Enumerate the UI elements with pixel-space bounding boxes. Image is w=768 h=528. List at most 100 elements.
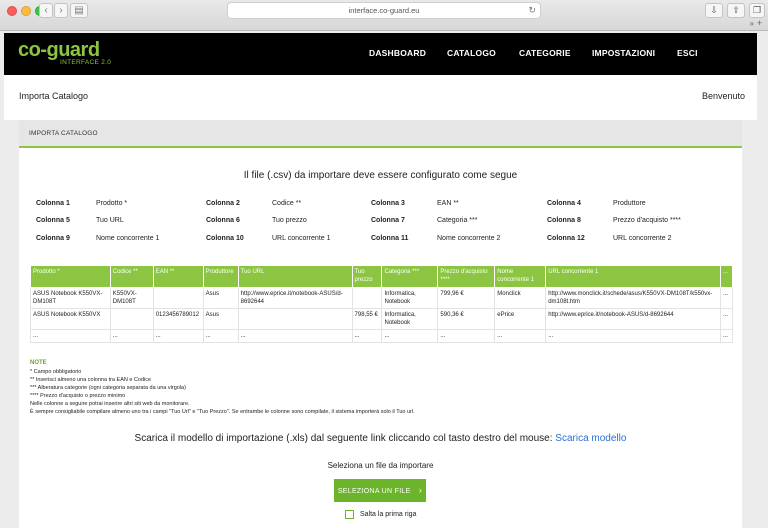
table-header-cell: Categoria *** <box>381 265 439 288</box>
download-text: Scarica il modello di importazione (.xls… <box>134 433 553 444</box>
table-cell: ... <box>237 329 353 343</box>
table-cell: ... <box>437 329 496 343</box>
table-header-cell: Prodotto * <box>30 265 111 288</box>
table-header-cell: Tuo URL <box>237 265 353 288</box>
table-cell: ... <box>719 329 734 343</box>
note-line: * Campo obbligatorio <box>30 369 82 375</box>
nav-categorie[interactable]: CATEGORIE <box>519 48 571 58</box>
table-cell: ... <box>109 329 154 343</box>
table-cell: Monclick <box>494 287 547 309</box>
table-cell: ... <box>719 308 734 330</box>
table-cell: ... <box>545 329 721 343</box>
config-title: Il file (.csv) da importare deve essere … <box>243 170 518 181</box>
table-cell <box>237 308 353 330</box>
table-cell: ... <box>351 329 383 343</box>
forward-icon[interactable]: › <box>54 3 68 18</box>
column-label: Colonna 3 <box>371 200 405 207</box>
share-icon[interactable]: ⇧ <box>727 3 745 18</box>
table-cell: ... <box>30 329 111 343</box>
skip-first-row-checkbox[interactable] <box>345 510 354 519</box>
table-cell: 0123456789012 <box>152 308 204 330</box>
reload-icon[interactable]: ↻ <box>528 3 536 18</box>
select-file-label: Seleziona un file da importare <box>327 461 434 470</box>
table-cell <box>351 287 383 309</box>
nav-impostazioni[interactable]: IMPOSTAZIONI <box>592 48 655 58</box>
table-header-cell: Tuo prezzo <box>351 265 383 288</box>
nav-catalogo[interactable]: CATALOGO <box>447 48 496 58</box>
table-cell: ASUS Notebook K550VX-DM108T <box>30 287 111 309</box>
download-template-link[interactable]: Scarica modello <box>555 433 626 444</box>
table-cell: ... <box>381 329 439 343</box>
panel-title: IMPORTA CATALOGO <box>29 130 98 137</box>
page-title: Importa Catalogo <box>19 91 89 101</box>
column-label: Colonna 7 <box>371 217 405 224</box>
table-cell: 590,36 € <box>437 308 496 330</box>
column-value: URL concorrente 2 <box>613 235 672 242</box>
back-icon[interactable]: ‹ <box>39 3 53 18</box>
column-value: Nome concorrente 2 <box>437 235 501 242</box>
nav-dashboard[interactable]: DASHBOARD <box>369 48 426 58</box>
column-label: Colonna 9 <box>36 235 70 242</box>
sidebar-icon[interactable]: ▤ <box>70 3 88 18</box>
note-line: *** Alberatura categorie (ogni categoria… <box>30 385 186 391</box>
table-cell <box>109 308 154 330</box>
example-table: Prodotto * Codice ** EAN ** Produttore T… <box>30 265 734 343</box>
column-label: Colonna 4 <box>547 200 581 207</box>
table-header-cell: ... <box>719 265 734 288</box>
table-cell: http://www.monclick.it/schede/asus/K550V… <box>545 287 721 309</box>
column-value: Prodotto * <box>96 200 128 207</box>
select-file-button-label: SELEZIONA UN FILE <box>337 488 411 495</box>
column-value: Tuo prezzo <box>272 217 307 224</box>
download-icon[interactable]: ⇩ <box>705 3 723 18</box>
nav-esci[interactable]: ESCI <box>677 48 698 58</box>
browser-toolbar: ‹ › ▤ interface.co-guard.eu ↻ ⇩ ⇧ ❐ » + <box>0 0 768 31</box>
note-line: ** Inserisci almeno una colonna tra EAN … <box>30 377 152 383</box>
table-row: ... ... ... ... ... ... ... ... ... ... … <box>30 329 734 343</box>
panel-header: IMPORTA CATALOGO <box>19 120 742 148</box>
new-tab-icon[interactable]: + <box>754 19 765 29</box>
column-label: Colonna 12 <box>547 235 585 242</box>
table-header-cell: Prezzo d'acquisto **** <box>437 265 496 288</box>
table-cell <box>152 287 204 309</box>
column-label: Colonna 11 <box>371 235 409 242</box>
column-label: Colonna 1 <box>36 200 70 207</box>
table-header-cell: Codice ** <box>109 265 154 288</box>
column-value: Categoria *** <box>437 217 478 224</box>
skip-first-row-label[interactable]: Salta la prima riga <box>360 511 416 518</box>
table-row: ASUS Notebook K550VX 0123456789012 Asus … <box>30 308 734 330</box>
address-bar[interactable]: interface.co-guard.eu ↻ <box>227 2 541 19</box>
note-line: **** Prezzo d'acquisto o prezzo minimo <box>30 393 126 399</box>
table-row: ASUS Notebook K550VX-DM108T K550VX-DM108… <box>30 287 734 309</box>
table-cell: ... <box>494 329 547 343</box>
close-window-button[interactable] <box>7 6 17 16</box>
column-value: URL concorrente 1 <box>272 235 331 242</box>
logo-text: co-guard <box>18 39 100 61</box>
logo[interactable]: co-guard INTERFACE 2.0 <box>18 39 111 66</box>
table-cell: http://www.eprice.it/notebook-ASUS/d-869… <box>545 308 721 330</box>
table-cell: Asus <box>202 287 239 309</box>
table-cell: ... <box>152 329 204 343</box>
column-value: Produttore <box>613 200 646 207</box>
table-cell: ... <box>719 287 734 309</box>
table-cell: http://www.eprice.it/notebook-ASUS/d-869… <box>237 287 353 309</box>
column-value: EAN ** <box>437 200 459 207</box>
table-cell: ... <box>202 329 239 343</box>
download-instructions: Scarica il modello di importazione (.xls… <box>19 433 742 444</box>
table-cell: Asus <box>202 308 239 330</box>
table-cell: 799,96 € <box>437 287 496 309</box>
address-text: interface.co-guard.eu <box>348 6 420 15</box>
column-value: Prezzo d'acquisto **** <box>613 217 681 224</box>
column-value: Codice ** <box>272 200 302 207</box>
table-header-cell: Produttore <box>202 265 239 288</box>
table-cell: K550VX-DM108T <box>109 287 154 309</box>
table-cell: 798,55 € <box>351 308 383 330</box>
table-header-cell: URL concorrente 1 <box>545 265 721 288</box>
select-file-button[interactable]: SELEZIONA UN FILE › <box>334 479 426 502</box>
column-label: Colonna 10 <box>206 235 244 242</box>
chevron-right-icon: › <box>418 485 423 495</box>
tabs-icon[interactable]: ❐ <box>749 3 765 18</box>
column-value: Tuo URL <box>96 217 124 224</box>
minimize-window-button[interactable] <box>21 6 31 16</box>
logo-subtitle: INTERFACE 2.0 <box>60 59 112 66</box>
note-line: È sempre consigliabile compilare almeno … <box>30 409 415 415</box>
